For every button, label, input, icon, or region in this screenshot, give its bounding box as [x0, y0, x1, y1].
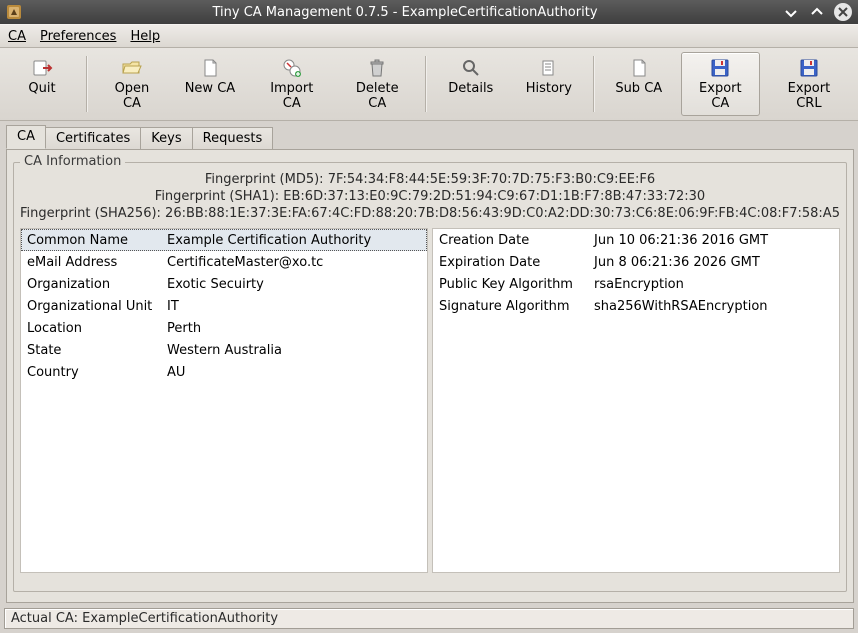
sub-ca-icon	[628, 57, 650, 79]
app-icon	[6, 4, 22, 20]
table-row[interactable]: Common Name Example Certification Author…	[21, 229, 427, 251]
menu-ca[interactable]: CA	[8, 29, 26, 44]
label-country: Country	[21, 365, 161, 380]
export-ca-button[interactable]: Export CA	[681, 52, 760, 116]
table-row[interactable]: Signature Algorithm sha256WithRSAEncrypt…	[433, 295, 839, 317]
value-expiration-date: Jun 8 06:21:36 2026 GMT	[588, 255, 839, 270]
table-row[interactable]: Expiration Date Jun 8 06:21:36 2026 GMT	[433, 251, 839, 273]
toolbar-separator	[425, 56, 427, 112]
toolbar-separator	[593, 56, 595, 112]
value-location: Perth	[161, 321, 427, 336]
status-text: Actual CA: ExampleCertificationAuthority	[11, 611, 278, 626]
import-ca-button[interactable]: Import CA	[252, 52, 332, 116]
quit-label: Quit	[28, 81, 55, 96]
save-icon	[709, 57, 731, 79]
close-button[interactable]	[834, 3, 852, 21]
quit-button[interactable]: Quit	[6, 52, 78, 116]
status-bar: Actual CA: ExampleCertificationAuthority	[4, 608, 854, 629]
quit-icon	[31, 57, 53, 79]
ca-left-table: Common Name Example Certification Author…	[20, 228, 428, 573]
label-location: Location	[21, 321, 161, 336]
toolbar-separator	[86, 56, 88, 112]
value-creation-date: Jun 10 06:21:36 2016 GMT	[588, 233, 839, 248]
value-ou: IT	[161, 299, 427, 314]
label-organization: Organization	[21, 277, 161, 292]
history-button[interactable]: History	[513, 52, 585, 116]
history-icon	[538, 57, 560, 79]
window-title: Tiny CA Management 0.7.5 - ExampleCertif…	[212, 5, 597, 20]
export-crl-label: Export CRL	[775, 81, 843, 111]
tab-certificates[interactable]: Certificates	[45, 127, 141, 150]
details-label: Details	[448, 81, 493, 96]
fingerprint-md5: Fingerprint (MD5): 7F:54:34:F8:44:5E:59:…	[20, 171, 840, 188]
value-common-name: Example Certification Authority	[161, 233, 427, 248]
new-ca-button[interactable]: New CA	[174, 52, 246, 116]
group-legend: CA Information	[20, 154, 125, 169]
fingerprint-sha1: Fingerprint (SHA1): EB:6D:37:13:E0:9C:79…	[20, 188, 840, 205]
save-icon	[798, 57, 820, 79]
tab-keys[interactable]: Keys	[140, 127, 192, 150]
label-pka: Public Key Algorithm	[433, 277, 588, 292]
window-titlebar: Tiny CA Management 0.7.5 - ExampleCertif…	[0, 0, 858, 24]
fingerprint-sha256: Fingerprint (SHA256): 26:BB:88:1E:37:3E:…	[20, 205, 840, 222]
magnifier-icon	[460, 57, 482, 79]
table-row[interactable]: Creation Date Jun 10 06:21:36 2016 GMT	[433, 229, 839, 251]
label-common-name: Common Name	[21, 233, 161, 248]
open-ca-button[interactable]: Open CA	[96, 52, 168, 116]
label-email: eMail Address	[21, 255, 161, 270]
sub-ca-button[interactable]: Sub CA	[603, 52, 675, 116]
ca-right-table: Creation Date Jun 10 06:21:36 2016 GMT E…	[432, 228, 840, 573]
fingerprint-block: Fingerprint (MD5): 7F:54:34:F8:44:5E:59:…	[20, 171, 840, 222]
table-row[interactable]: eMail Address CertificateMaster@xo.tc	[21, 251, 427, 273]
new-file-icon	[199, 57, 221, 79]
sub-ca-label: Sub CA	[615, 81, 662, 96]
value-organization: Exotic Secuirty	[161, 277, 427, 292]
table-row[interactable]: Location Perth	[21, 317, 427, 339]
tab-panel-ca: CA Information Fingerprint (MD5): 7F:54:…	[6, 149, 854, 603]
toolbar: Quit Open CA New CA Import CA Delete CA …	[0, 48, 858, 121]
label-expiration-date: Expiration Date	[433, 255, 588, 270]
menubar: CA Preferences Help	[0, 24, 858, 48]
export-ca-label: Export CA	[690, 81, 751, 111]
table-row[interactable]: State Western Australia	[21, 339, 427, 361]
value-country: AU	[161, 365, 427, 380]
label-state: State	[21, 343, 161, 358]
value-state: Western Australia	[161, 343, 427, 358]
history-label: History	[526, 81, 572, 96]
delete-ca-label: Delete CA	[347, 81, 408, 111]
export-crl-button[interactable]: Export CRL	[766, 52, 852, 116]
tab-requests[interactable]: Requests	[192, 127, 274, 150]
label-ou: Organizational Unit	[21, 299, 161, 314]
open-ca-label: Open CA	[105, 81, 159, 111]
tab-ca[interactable]: CA	[6, 125, 46, 149]
label-sa: Signature Algorithm	[433, 299, 588, 314]
import-ca-label: Import CA	[261, 81, 323, 111]
value-pka: rsaEncryption	[588, 277, 839, 292]
import-icon	[281, 57, 303, 79]
menu-help[interactable]: Help	[130, 29, 160, 44]
folder-open-icon	[121, 57, 143, 79]
new-ca-label: New CA	[185, 81, 235, 96]
tab-strip: CA Certificates Keys Requests	[6, 125, 854, 149]
details-button[interactable]: Details	[435, 52, 507, 116]
table-row[interactable]: Organizational Unit IT	[21, 295, 427, 317]
label-creation-date: Creation Date	[433, 233, 588, 248]
table-row[interactable]: Organization Exotic Secuirty	[21, 273, 427, 295]
delete-ca-button[interactable]: Delete CA	[338, 52, 417, 116]
value-email: CertificateMaster@xo.tc	[161, 255, 427, 270]
ca-information-group: CA Information Fingerprint (MD5): 7F:54:…	[13, 162, 847, 592]
minimize-button[interactable]	[782, 3, 800, 21]
menu-preferences[interactable]: Preferences	[40, 29, 116, 44]
table-row[interactable]: Public Key Algorithm rsaEncryption	[433, 273, 839, 295]
maximize-button[interactable]	[808, 3, 826, 21]
value-sa: sha256WithRSAEncryption	[588, 299, 839, 314]
table-row[interactable]: Country AU	[21, 361, 427, 383]
trash-icon	[366, 57, 388, 79]
